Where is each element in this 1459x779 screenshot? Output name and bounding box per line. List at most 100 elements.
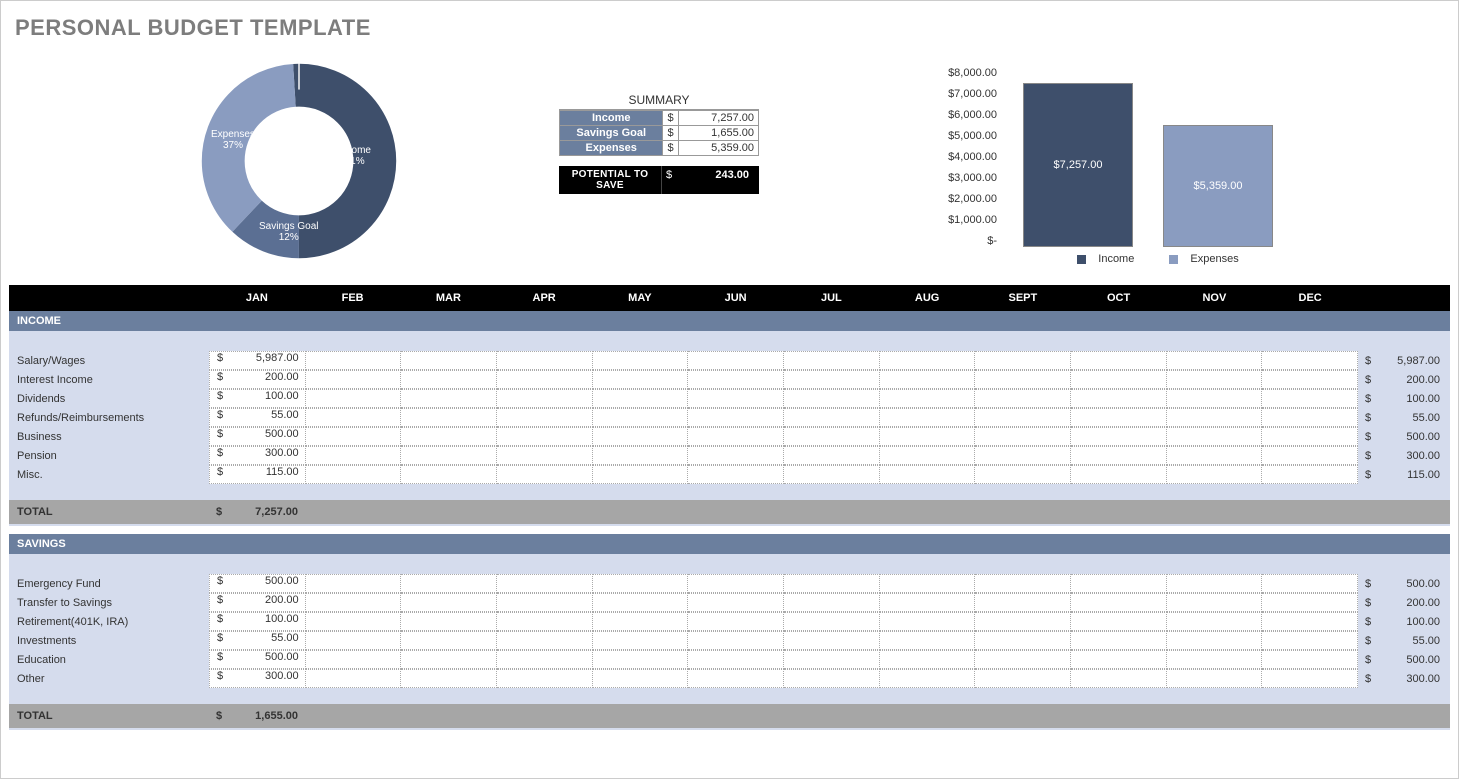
cell[interactable] bbox=[306, 370, 402, 389]
cell[interactable] bbox=[1071, 370, 1167, 389]
cell[interactable]: $5,987.00 bbox=[209, 351, 306, 370]
cell[interactable] bbox=[1071, 650, 1167, 669]
cell[interactable] bbox=[880, 669, 976, 688]
cell[interactable] bbox=[688, 669, 784, 688]
cell[interactable]: $100.00 bbox=[209, 612, 306, 631]
cell[interactable] bbox=[593, 593, 689, 612]
cell[interactable] bbox=[1071, 612, 1167, 631]
cell[interactable] bbox=[688, 408, 784, 427]
cell[interactable] bbox=[1167, 650, 1263, 669]
cell[interactable]: $55.00 bbox=[209, 408, 306, 427]
cell[interactable] bbox=[975, 389, 1071, 408]
cell[interactable] bbox=[593, 612, 689, 631]
cell[interactable] bbox=[593, 465, 689, 484]
cell[interactable]: $500.00 bbox=[209, 650, 306, 669]
cell[interactable] bbox=[975, 593, 1071, 612]
cell[interactable] bbox=[1071, 631, 1167, 650]
cell[interactable]: $115.00 bbox=[209, 465, 306, 484]
cell[interactable] bbox=[1167, 408, 1263, 427]
cell[interactable] bbox=[306, 446, 402, 465]
cell[interactable] bbox=[1071, 574, 1167, 593]
cell[interactable] bbox=[880, 465, 976, 484]
cell[interactable] bbox=[688, 389, 784, 408]
cell[interactable] bbox=[1167, 574, 1263, 593]
cell[interactable] bbox=[401, 427, 497, 446]
cell[interactable] bbox=[975, 427, 1071, 446]
cell[interactable] bbox=[1167, 612, 1263, 631]
cell[interactable] bbox=[1262, 612, 1358, 631]
cell[interactable] bbox=[1262, 351, 1358, 370]
cell[interactable] bbox=[784, 465, 880, 484]
cell[interactable] bbox=[497, 593, 593, 612]
cell[interactable] bbox=[784, 427, 880, 446]
cell[interactable] bbox=[880, 370, 976, 389]
cell[interactable] bbox=[497, 574, 593, 593]
cell[interactable] bbox=[593, 351, 689, 370]
cell[interactable] bbox=[975, 574, 1071, 593]
cell[interactable] bbox=[593, 427, 689, 446]
cell[interactable] bbox=[688, 446, 784, 465]
cell[interactable]: $300.00 bbox=[209, 446, 306, 465]
cell[interactable] bbox=[306, 408, 402, 427]
cell[interactable] bbox=[1262, 669, 1358, 688]
cell[interactable] bbox=[497, 351, 593, 370]
cell[interactable] bbox=[688, 370, 784, 389]
cell[interactable] bbox=[1262, 370, 1358, 389]
cell[interactable] bbox=[975, 351, 1071, 370]
cell[interactable] bbox=[784, 631, 880, 650]
cell[interactable] bbox=[401, 446, 497, 465]
cell[interactable] bbox=[880, 593, 976, 612]
cell[interactable] bbox=[880, 389, 976, 408]
cell[interactable]: $500.00 bbox=[209, 574, 306, 593]
cell[interactable] bbox=[784, 408, 880, 427]
cell[interactable] bbox=[1262, 574, 1358, 593]
cell[interactable] bbox=[784, 669, 880, 688]
cell[interactable] bbox=[1071, 669, 1167, 688]
cell[interactable] bbox=[880, 446, 976, 465]
cell[interactable] bbox=[688, 427, 784, 446]
cell[interactable]: $500.00 bbox=[209, 427, 306, 446]
cell[interactable] bbox=[1071, 427, 1167, 446]
cell[interactable] bbox=[784, 446, 880, 465]
cell[interactable] bbox=[401, 650, 497, 669]
cell[interactable] bbox=[1071, 389, 1167, 408]
cell[interactable] bbox=[1167, 631, 1263, 650]
cell[interactable] bbox=[975, 650, 1071, 669]
cell[interactable] bbox=[1262, 446, 1358, 465]
cell[interactable] bbox=[1071, 446, 1167, 465]
cell[interactable] bbox=[1167, 593, 1263, 612]
cell[interactable] bbox=[401, 389, 497, 408]
cell[interactable] bbox=[880, 574, 976, 593]
cell[interactable] bbox=[688, 650, 784, 669]
cell[interactable] bbox=[784, 593, 880, 612]
cell[interactable] bbox=[1167, 389, 1263, 408]
cell[interactable] bbox=[306, 465, 402, 484]
cell[interactable] bbox=[1262, 427, 1358, 446]
cell[interactable] bbox=[880, 427, 976, 446]
cell[interactable] bbox=[497, 631, 593, 650]
cell[interactable] bbox=[593, 574, 689, 593]
cell[interactable] bbox=[401, 574, 497, 593]
cell[interactable] bbox=[1167, 465, 1263, 484]
cell[interactable] bbox=[593, 446, 689, 465]
cell[interactable] bbox=[306, 631, 402, 650]
cell[interactable] bbox=[401, 669, 497, 688]
cell[interactable] bbox=[975, 370, 1071, 389]
cell[interactable] bbox=[497, 370, 593, 389]
cell[interactable] bbox=[880, 351, 976, 370]
cell[interactable] bbox=[688, 612, 784, 631]
cell[interactable] bbox=[593, 370, 689, 389]
cell[interactable] bbox=[784, 370, 880, 389]
cell[interactable] bbox=[880, 631, 976, 650]
cell[interactable] bbox=[1262, 593, 1358, 612]
cell[interactable] bbox=[306, 669, 402, 688]
cell[interactable] bbox=[497, 650, 593, 669]
cell[interactable] bbox=[1167, 351, 1263, 370]
cell[interactable] bbox=[306, 612, 402, 631]
cell[interactable] bbox=[306, 593, 402, 612]
cell[interactable] bbox=[1167, 446, 1263, 465]
cell[interactable] bbox=[401, 612, 497, 631]
cell[interactable] bbox=[1262, 389, 1358, 408]
cell[interactable] bbox=[306, 351, 402, 370]
cell[interactable] bbox=[880, 408, 976, 427]
